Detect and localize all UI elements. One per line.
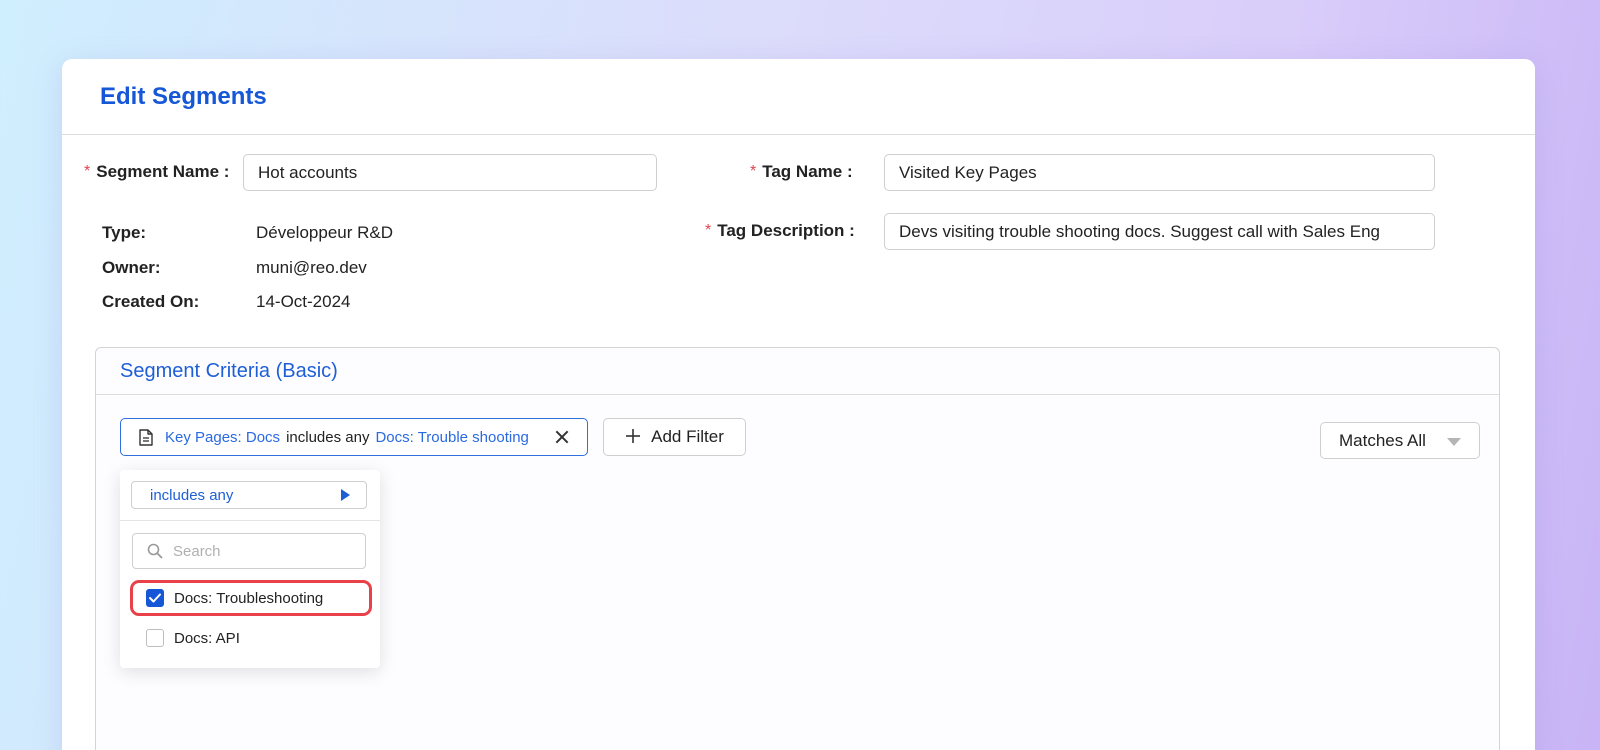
type-label: Type:	[102, 223, 147, 242]
tag-name-label-text: Tag Name :	[762, 162, 853, 181]
document-icon	[139, 428, 153, 446]
match-mode-value: Matches All	[1339, 430, 1426, 450]
segment-criteria-title: Segment Criteria (Basic)	[96, 348, 1499, 395]
filter-chip-value: Docs: Trouble shooting	[375, 428, 529, 446]
type-value: Développeur R&D	[256, 223, 394, 242]
filter-chip-operator: includes any	[286, 428, 370, 446]
edit-segments-card: Edit Segments * Segment Name : Hot accou…	[62, 59, 1535, 750]
option-docs-api[interactable]: Docs: API	[130, 620, 372, 656]
caret-right-icon	[341, 489, 350, 501]
segment-criteria-panel: Segment Criteria (Basic) Key Pages: Docs…	[95, 347, 1500, 750]
dropdown-divider	[120, 520, 380, 521]
add-filter-label: Add Filter	[651, 427, 724, 446]
search-box[interactable]	[132, 533, 366, 569]
checkbox-unchecked[interactable]	[146, 629, 164, 647]
plus-icon	[625, 426, 641, 448]
close-icon[interactable]	[555, 430, 569, 444]
filter-chip[interactable]: Key Pages: Docs includes any Docs: Troub…	[120, 418, 588, 456]
owner-label: Owner:	[102, 258, 161, 277]
required-marker: *	[84, 163, 91, 180]
segment-name-input[interactable]: Hot accounts	[243, 154, 657, 191]
tag-description-label-text: Tag Description :	[717, 221, 855, 240]
add-filter-button[interactable]: Add Filter	[603, 418, 746, 456]
tag-description-input[interactable]: Devs visiting trouble shooting docs. Sug…	[884, 213, 1435, 250]
segment-name-label-text: Segment Name :	[96, 162, 230, 181]
required-marker: *	[750, 163, 757, 180]
page-title: Edit Segments	[100, 82, 267, 110]
filter-chip-field: Key Pages: Docs	[165, 428, 281, 446]
tag-description-label: * Tag Description :	[705, 221, 855, 241]
tag-name-input[interactable]: Visited Key Pages	[884, 154, 1435, 191]
checkbox-checked[interactable]	[146, 589, 164, 607]
chevron-down-icon	[1447, 438, 1461, 446]
search-input[interactable]	[173, 542, 353, 560]
option-label: Docs: API	[174, 629, 240, 647]
checkmark-icon	[149, 593, 161, 603]
created-on-label: Created On:	[102, 292, 200, 311]
required-marker: *	[705, 222, 712, 239]
card-header: Edit Segments	[62, 59, 1535, 135]
operator-select[interactable]: includes any	[131, 481, 367, 509]
option-label: Docs: Troubleshooting	[174, 589, 324, 607]
segment-name-label: * Segment Name :	[84, 162, 229, 182]
search-icon	[147, 543, 163, 559]
operator-select-value: includes any	[150, 486, 234, 504]
owner-value: muni@reo.dev	[256, 258, 367, 277]
match-mode-select[interactable]: Matches All	[1320, 422, 1480, 459]
filter-value-dropdown: includes any Docs:	[120, 470, 380, 668]
option-docs-troubleshooting[interactable]: Docs: Troubleshooting	[130, 580, 372, 616]
created-on-value: 14-Oct-2024	[256, 292, 351, 311]
tag-name-label: * Tag Name :	[750, 162, 853, 182]
